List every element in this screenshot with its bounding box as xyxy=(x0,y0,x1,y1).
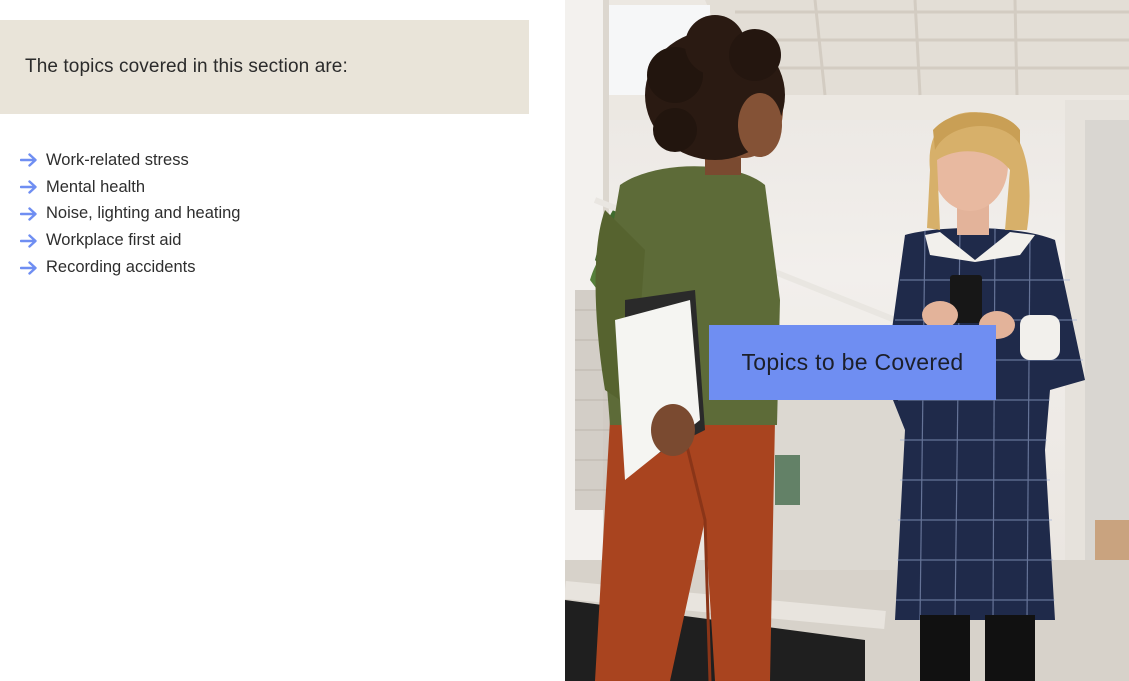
slide: The topics covered in this section are: … xyxy=(0,0,1129,681)
list-item: Recording accidents xyxy=(20,254,240,281)
arrow-right-icon xyxy=(20,180,37,194)
topic-label: Mental health xyxy=(46,177,146,196)
arrow-right-icon xyxy=(20,234,37,248)
topic-label: Noise, lighting and heating xyxy=(46,204,241,223)
left-panel: The topics covered in this section are: … xyxy=(0,0,565,681)
intro-box: The topics covered in this section are: xyxy=(0,20,529,114)
list-item: Work-related stress xyxy=(20,147,240,174)
list-item: Mental health xyxy=(20,174,240,201)
list-item: Workplace first aid xyxy=(20,227,240,254)
topic-label: Workplace first aid xyxy=(46,231,182,250)
intro-text: The topics covered in this section are: xyxy=(25,56,348,77)
arrow-right-icon xyxy=(20,153,37,168)
topic-label: Work-related stress xyxy=(46,150,189,169)
topic-list: Work-related stress Mental health Noise,… xyxy=(20,147,240,281)
topic-label: Recording accidents xyxy=(46,258,196,277)
arrow-right-icon xyxy=(20,260,37,275)
arrow-right-icon xyxy=(20,207,37,221)
caption-title: Topics to be Covered xyxy=(741,349,964,375)
list-item: Noise, lighting and heating xyxy=(20,201,240,228)
topics-caption: Topics to be Covered xyxy=(709,325,996,400)
